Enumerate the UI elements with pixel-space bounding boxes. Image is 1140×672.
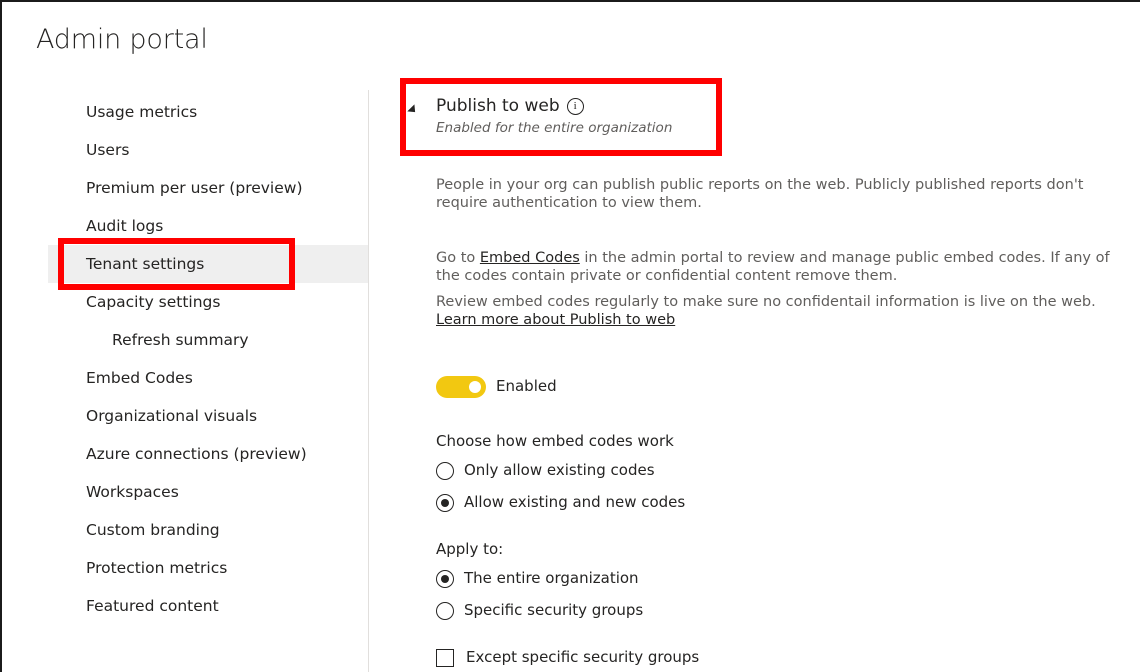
sidebar-item-label: Premium per user (preview) — [86, 179, 303, 197]
sidebar-item-tenant-settings[interactable]: Tenant settings — [48, 245, 368, 283]
sidebar-item-label: Capacity settings — [86, 293, 221, 311]
sidebar-item-label: Azure connections (preview) — [86, 445, 307, 463]
sidebar-item-embed-codes[interactable]: Embed Codes — [48, 359, 368, 397]
radio-label: The entire organization — [464, 569, 639, 587]
radio-label: Allow existing and new codes — [464, 493, 686, 511]
sidebar-divider — [368, 90, 369, 672]
radio-checked-icon[interactable] — [436, 570, 454, 588]
sidebar-item-premium-per-user[interactable]: Premium per user (preview) — [48, 169, 368, 207]
sidebar-item-audit-logs[interactable]: Audit logs — [48, 207, 368, 245]
embed-codes-link[interactable]: Embed Codes — [480, 250, 580, 266]
sidebar-nav: Usage metrics Users Premium per user (pr… — [48, 93, 368, 625]
embed-group-label: Choose how embed codes work — [436, 432, 674, 450]
admin-portal-window: Admin portal Usage metrics Users Premium… — [0, 0, 1140, 672]
collapse-caret-icon[interactable] — [407, 104, 419, 116]
sidebar-item-label: Protection metrics — [86, 559, 228, 577]
sidebar-item-users[interactable]: Users — [48, 131, 368, 169]
info-icon[interactable]: i — [566, 98, 584, 115]
sidebar-item-label: Audit logs — [86, 217, 164, 235]
embed-codes-paragraph: Go to Embed Codes in the admin portal to… — [436, 249, 1126, 285]
paragraph-text: Go to — [436, 250, 480, 266]
sidebar-item-capacity-settings[interactable]: Capacity settings — [48, 283, 368, 321]
sidebar-item-refresh-summary[interactable]: Refresh summary — [48, 321, 368, 359]
toggle-knob — [469, 381, 481, 393]
page-title: Admin portal — [36, 24, 208, 55]
description-paragraph: People in your org can publish public re… — [436, 177, 1084, 211]
radio-label: Only allow existing codes — [464, 461, 655, 479]
section-subtitle: Enabled for the entire organization — [436, 120, 673, 136]
sidebar-item-label: Embed Codes — [86, 369, 193, 387]
apply-to-label: Apply to: — [436, 540, 504, 558]
section-title: Publish to web i — [436, 96, 584, 116]
sidebar-item-usage-metrics[interactable]: Usage metrics — [48, 93, 368, 131]
radio-unchecked-icon[interactable] — [436, 462, 454, 480]
paragraph-text: Review embed codes regularly to make sur… — [436, 294, 1096, 310]
sidebar-item-organizational-visuals[interactable]: Organizational visuals — [48, 397, 368, 435]
learn-more-link[interactable]: Learn more about Publish to web — [436, 312, 675, 328]
sidebar-item-label: Refresh summary — [112, 331, 249, 349]
section-title-text: Publish to web — [436, 96, 560, 116]
sidebar-item-workspaces[interactable]: Workspaces — [48, 473, 368, 511]
sidebar-item-label: Featured content — [86, 597, 219, 615]
sidebar-item-label: Usage metrics — [86, 103, 198, 121]
sidebar-item-featured-content[interactable]: Featured content — [48, 587, 368, 625]
sidebar-item-label: Custom branding — [86, 521, 220, 539]
sidebar-item-azure-connections[interactable]: Azure connections (preview) — [48, 435, 368, 473]
enabled-toggle[interactable] — [436, 376, 486, 398]
review-paragraph: Review embed codes regularly to make sur… — [436, 293, 1126, 329]
sidebar-item-label: Users — [86, 141, 130, 159]
radio-checked-icon[interactable] — [436, 494, 454, 512]
toggle-label: Enabled — [496, 377, 557, 395]
sidebar-item-label: Organizational visuals — [86, 407, 258, 425]
sidebar-item-label: Tenant settings — [86, 255, 205, 273]
sidebar-item-label: Workspaces — [86, 483, 179, 501]
checkbox-label: Except specific security groups — [466, 648, 700, 666]
radio-label: Specific security groups — [464, 601, 644, 619]
except-groups-checkbox[interactable] — [436, 649, 454, 667]
highlight-box-publish-to-web — [400, 78, 722, 156]
sidebar-item-protection-metrics[interactable]: Protection metrics — [48, 549, 368, 587]
sidebar-item-custom-branding[interactable]: Custom branding — [48, 511, 368, 549]
radio-unchecked-icon[interactable] — [436, 602, 454, 620]
